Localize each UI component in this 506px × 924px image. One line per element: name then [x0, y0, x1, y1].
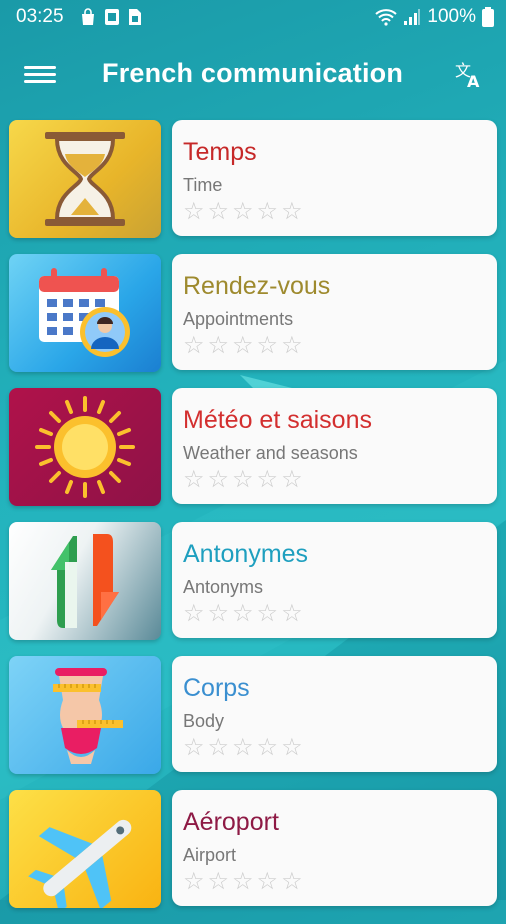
airplane-icon[interactable] — [9, 790, 161, 908]
star-icon: ☆ — [232, 868, 254, 895]
hamburger-menu-icon[interactable] — [24, 62, 56, 88]
star-icon: ☆ — [256, 332, 279, 359]
topic-title-en: Airport — [183, 845, 237, 865]
topic-title-en: Body — [183, 711, 225, 731]
topic-card[interactable]: Rendez-vous Appointments ☆ ☆ ☆ ☆ ☆ — [172, 254, 497, 370]
translate-icon[interactable]: 文 A — [454, 60, 484, 90]
star-icon: ☆ — [207, 734, 230, 761]
star-icon: ☆ — [183, 600, 205, 627]
hourglass-icon[interactable] — [9, 120, 161, 238]
star-rating: ☆ ☆ ☆ ☆ ☆ — [183, 870, 303, 894]
body-measure-icon[interactable] — [9, 656, 161, 774]
star-icon: ☆ — [232, 198, 254, 225]
topic-card[interactable]: Météo et saisons Weather and seasons ☆ ☆… — [172, 388, 497, 504]
list-item[interactable]: Temps Time ☆ ☆ ☆ ☆ ☆ — [9, 120, 499, 238]
signal-icon — [404, 9, 421, 25]
star-rating: ☆ ☆ ☆ ☆ ☆ — [183, 334, 303, 358]
star-icon: ☆ — [281, 734, 303, 761]
page-title: French communication — [102, 58, 404, 88]
star-icon: ☆ — [281, 332, 303, 359]
star-icon: ☆ — [256, 734, 279, 761]
up-down-arrows-icon[interactable] — [9, 522, 161, 640]
star-icon: ☆ — [183, 868, 205, 895]
star-rating: ☆ ☆ ☆ ☆ ☆ — [183, 736, 303, 760]
star-rating: ☆ ☆ ☆ ☆ ☆ — [183, 602, 303, 626]
svg-text:A: A — [467, 72, 480, 90]
list-item[interactable]: Corps Body ☆ ☆ ☆ ☆ ☆ — [9, 656, 499, 774]
topic-card[interactable]: Aéroport Airport ☆ ☆ ☆ ☆ ☆ — [172, 790, 497, 906]
list-item[interactable]: Aéroport Airport ☆ ☆ ☆ ☆ ☆ — [9, 790, 499, 908]
status-time: 03:25 — [16, 6, 64, 27]
star-icon: ☆ — [256, 198, 279, 225]
sim-card-icon — [129, 9, 141, 25]
screenshot-notification-icon — [105, 9, 119, 25]
star-icon: ☆ — [256, 600, 279, 627]
topic-list: Temps Time ☆ ☆ ☆ ☆ ☆ Rendez-vous Appoint… — [9, 120, 499, 924]
star-icon: ☆ — [256, 868, 279, 895]
sun-icon[interactable] — [9, 388, 161, 506]
topic-title-en: Appointments — [183, 309, 294, 329]
topic-title-fr: Temps — [183, 138, 257, 166]
battery-icon — [482, 7, 494, 27]
calendar-icon[interactable] — [9, 254, 161, 372]
list-item[interactable]: Rendez-vous Appointments ☆ ☆ ☆ ☆ ☆ — [9, 254, 499, 372]
star-icon: ☆ — [232, 734, 254, 761]
topic-title-fr: Corps — [183, 674, 250, 702]
topic-card[interactable]: Antonymes Antonyms ☆ ☆ ☆ ☆ ☆ — [172, 522, 497, 638]
topic-title-fr: Aéroport — [183, 808, 279, 836]
battery-percent: 100% — [427, 6, 476, 27]
topic-title-fr: Antonymes — [183, 540, 309, 568]
star-rating: ☆ ☆ ☆ ☆ ☆ — [183, 200, 303, 224]
star-icon: ☆ — [281, 198, 303, 225]
star-icon: ☆ — [183, 466, 205, 493]
star-icon: ☆ — [183, 198, 205, 225]
star-icon: ☆ — [232, 332, 254, 359]
star-icon: ☆ — [183, 332, 205, 359]
topic-card[interactable]: Corps Body ☆ ☆ ☆ ☆ ☆ — [172, 656, 497, 772]
star-icon: ☆ — [281, 868, 303, 895]
star-icon: ☆ — [281, 466, 303, 493]
list-item[interactable]: Antonymes Antonyms ☆ ☆ ☆ ☆ ☆ — [9, 522, 499, 640]
star-icon: ☆ — [207, 466, 230, 493]
app-bar: French communication 文 A — [0, 44, 506, 106]
topic-title-en: Weather and seasons — [183, 443, 358, 463]
topic-title-en: Antonyms — [183, 577, 264, 597]
star-icon: ☆ — [281, 600, 303, 627]
star-icon: ☆ — [183, 734, 205, 761]
status-bar: 03:25 100% — [0, 0, 506, 34]
topic-card[interactable]: Temps Time ☆ ☆ ☆ ☆ ☆ — [172, 120, 497, 236]
topic-title-en: Time — [183, 175, 223, 195]
star-icon: ☆ — [207, 868, 230, 895]
topic-title-fr: Rendez-vous — [183, 272, 331, 300]
list-item[interactable]: Météo et saisons Weather and seasons ☆ ☆… — [9, 388, 499, 506]
topic-title-fr: Météo et saisons — [183, 406, 372, 434]
star-rating: ☆ ☆ ☆ ☆ ☆ — [183, 468, 303, 492]
wifi-icon — [375, 9, 398, 26]
star-icon: ☆ — [207, 600, 230, 627]
star-icon: ☆ — [207, 332, 230, 359]
star-icon: ☆ — [256, 466, 279, 493]
star-icon: ☆ — [207, 198, 230, 225]
shopping-bag-icon — [82, 8, 94, 25]
star-icon: ☆ — [232, 600, 254, 627]
star-icon: ☆ — [232, 466, 254, 493]
